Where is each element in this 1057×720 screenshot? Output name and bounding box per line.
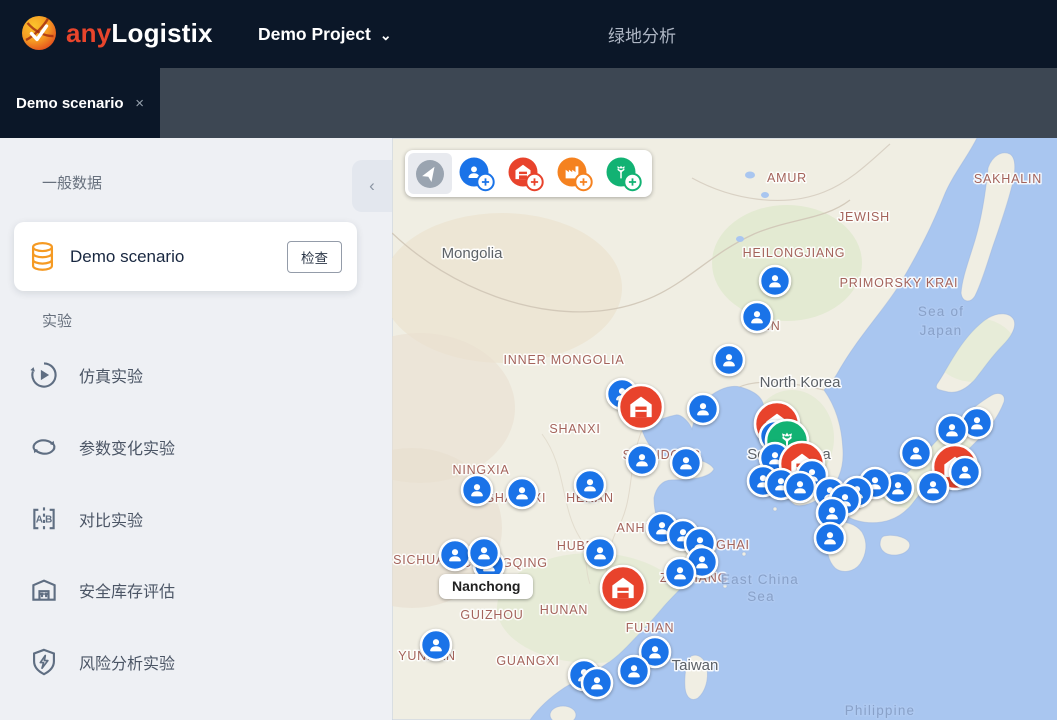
check-button[interactable]: 检查: [287, 241, 342, 273]
map-marker-customer[interactable]: [627, 445, 657, 475]
warehouse-add-icon: [506, 154, 546, 194]
map-label-region: AMUR: [767, 171, 807, 185]
map-marker-dc[interactable]: [619, 385, 663, 429]
project-name: Demo Project: [258, 24, 371, 45]
add-factory-button[interactable]: [551, 153, 600, 194]
add-supplier-button[interactable]: [600, 153, 649, 194]
map-label-region: GUANGXI: [496, 654, 559, 668]
map-label-region: PRIMORSKY KRAI: [840, 276, 959, 290]
svg-text:B: B: [45, 514, 52, 525]
map-label-water: Sea: [747, 589, 775, 604]
map-label-country: Mongolia: [442, 245, 504, 262]
map-marker-customer[interactable]: [901, 438, 931, 468]
map-label-water: Japan: [920, 323, 963, 338]
map-label-water: Sea of: [918, 304, 964, 319]
brand-name: anyLogistix: [66, 18, 213, 49]
map-toolbar: [405, 150, 652, 197]
map-label-region: HUNAN: [540, 603, 588, 617]
scenario-card[interactable]: Demo scenario 检查: [14, 222, 357, 291]
map-marker-customer[interactable]: [785, 472, 815, 502]
tab-bar: Demo scenario ×: [0, 68, 1057, 138]
map-label-country: North Korea: [760, 374, 842, 391]
map-city-tooltip: Nanchong: [439, 574, 533, 599]
map-marker-customer[interactable]: [585, 538, 615, 568]
project-dropdown[interactable]: Demo Project ⌄: [258, 0, 392, 68]
svg-text:A: A: [36, 514, 43, 525]
map-marker-customer[interactable]: [462, 475, 492, 505]
cursor-icon: [415, 159, 445, 189]
close-icon[interactable]: ×: [135, 95, 144, 112]
map-label-region: SHANXI: [549, 422, 600, 436]
map-label-region: HEILONGJIANG: [743, 246, 846, 260]
ab-compare-icon: A B: [27, 502, 61, 536]
map-marker-customer[interactable]: [918, 472, 948, 502]
chevron-down-icon: ⌄: [380, 27, 392, 44]
sidebar-item-label: 风险分析实验: [79, 650, 175, 674]
map-marker-dc[interactable]: [601, 566, 645, 610]
tab-label: Demo scenario: [16, 95, 124, 112]
map-label-water: Philippine: [845, 703, 916, 718]
map-label-region: GUIZHOU: [460, 608, 523, 622]
sidebar-collapse-button[interactable]: ‹: [352, 160, 392, 212]
sidebar-item-label: 对比实验: [79, 507, 143, 531]
anylogistix-logo-icon: [20, 14, 58, 52]
map-label-region: SAKHALIN: [974, 172, 1042, 186]
map-marker-customer[interactable]: [421, 630, 451, 660]
add-customer-button[interactable]: [452, 153, 501, 194]
app-header: anyLogistix Demo Project ⌄ 绿地分析: [0, 0, 1057, 68]
map-marker-customer[interactable]: [742, 302, 772, 332]
variation-loop-icon: [27, 430, 61, 464]
brand-logistix: Logistix: [111, 18, 212, 48]
sidebar-item-label: 仿真实验: [79, 363, 143, 387]
map-marker-customer[interactable]: [582, 668, 612, 698]
sidebar: 一般数据 ‹ Demo scenario 检查 实验 仿真实验: [0, 138, 392, 720]
tab-demo-scenario[interactable]: Demo scenario ×: [0, 68, 160, 138]
customer-add-icon: [457, 154, 497, 194]
map-marker-customer[interactable]: [688, 394, 718, 424]
brand-any: any: [66, 18, 111, 48]
map-marker-customer[interactable]: [815, 523, 845, 553]
scenario-name: Demo scenario: [70, 247, 184, 267]
factory-add-icon: [555, 154, 595, 194]
warehouse-stock-icon: [27, 573, 61, 607]
page-title: 绿地分析: [608, 0, 676, 68]
app-logo: anyLogistix: [20, 14, 213, 52]
sidebar-item-label: 参数变化实验: [79, 435, 175, 459]
sidebar-item-safety-stock[interactable]: 安全库存评估: [0, 562, 392, 618]
add-dc-button[interactable]: [501, 153, 550, 194]
map-marker-customer[interactable]: [440, 540, 470, 570]
map-marker-customer[interactable]: [469, 538, 499, 568]
map-label-water: East China: [721, 572, 799, 587]
database-icon: [29, 241, 56, 272]
section-experiments: 实验: [42, 310, 72, 331]
map-canvas[interactable]: AMUR SAKHALIN JEWISH HEILONGJIANG PRIMORSKY …: [392, 138, 1057, 720]
map-marker-customer[interactable]: [665, 558, 695, 588]
supplier-add-icon: [604, 154, 644, 194]
sidebar-item-label: 安全库存评估: [79, 578, 175, 602]
sidebar-item-risk-analysis[interactable]: 风险分析实验: [0, 634, 392, 690]
shield-lightning-icon: [27, 645, 61, 679]
map-marker-customer[interactable]: [950, 457, 980, 487]
map-label-region: INNER MONGOLIA: [504, 353, 625, 367]
map-marker-customer[interactable]: [507, 478, 537, 508]
map-marker-customer[interactable]: [671, 448, 701, 478]
simulation-play-icon: [27, 358, 61, 392]
map-container[interactable]: AMUR SAKHALIN JEWISH HEILONGJIANG PRIMORSKY …: [392, 138, 1057, 720]
map-marker-customer[interactable]: [575, 470, 605, 500]
map-label-region: FUJIAN: [626, 621, 675, 635]
sidebar-item-variation[interactable]: 参数变化实验: [0, 419, 392, 475]
map-marker-customer[interactable]: [619, 656, 649, 686]
map-marker-customer[interactable]: [937, 415, 967, 445]
map-label-country: Taiwan: [672, 657, 719, 674]
chevron-left-icon: ‹: [369, 176, 375, 196]
section-general-data: 一般数据: [42, 172, 102, 193]
map-marker-customer[interactable]: [714, 345, 744, 375]
map-marker-customer[interactable]: [760, 266, 790, 296]
sidebar-item-comparison[interactable]: A B 对比实验: [0, 491, 392, 547]
select-tool-button[interactable]: [408, 153, 452, 194]
sidebar-item-simulation[interactable]: 仿真实验: [0, 347, 392, 403]
map-label-region: JEWISH: [838, 210, 890, 224]
